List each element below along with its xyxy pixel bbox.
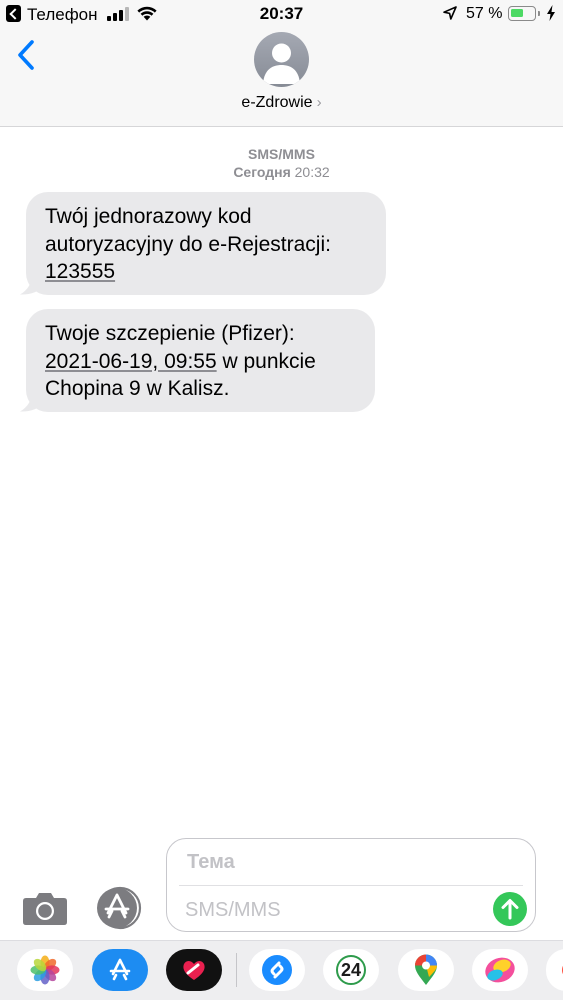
charging-bolt-icon (547, 5, 555, 21)
app-24-icon[interactable]: 24 (323, 949, 379, 991)
message-input[interactable]: SMS/MMS (185, 899, 281, 922)
battery-icon (508, 6, 540, 21)
drawer-separator (236, 953, 237, 987)
conversation-header: Телефон 20:37 57 % e-Zdrowie › (0, 0, 563, 127)
compose-divider (179, 885, 523, 886)
status-bar: Телефон 20:37 57 % (0, 0, 563, 30)
stickers-icon[interactable] (472, 949, 528, 991)
contact-avatar[interactable] (254, 32, 309, 87)
shazam-icon[interactable] (249, 949, 305, 991)
contact-chevron-icon: › (316, 94, 322, 111)
time-label: 20:32 (294, 164, 330, 180)
contact-name: e-Zdrowie (241, 94, 313, 111)
message-line: Chopina 9 w Kalisz. (45, 377, 230, 400)
message-type-label: SMS/MMS (248, 146, 315, 162)
message-line: autoryzacyjny do e-Rejestracji: (45, 232, 331, 256)
app-store-drawer-icon[interactable] (95, 886, 143, 930)
app-store-icon[interactable] (92, 949, 148, 991)
subject-input[interactable]: Тема (187, 851, 235, 874)
app-24-label: 24 (336, 955, 366, 985)
message-compose-field[interactable]: Тема SMS/MMS (166, 838, 536, 932)
message-bubble-2[interactable]: Twoje szczepienie (Pfizer): 2021-06-19, … (26, 309, 375, 412)
more-app-icon[interactable] (546, 949, 563, 991)
message-line: Twoje szczepienie (Pfizer): (45, 322, 295, 345)
thread-timestamp: SMS/MMS Сегодня 20:32 (0, 145, 563, 181)
location-arrow-icon (443, 6, 457, 20)
photos-icon[interactable] (17, 949, 73, 991)
battery-fill (511, 9, 523, 17)
date-label: Сегодня (233, 164, 291, 180)
imessage-app-drawer: 24 (0, 940, 563, 1000)
message-bubble-1[interactable]: Twój jednorazowy kod autoryzacyjny do e-… (26, 192, 386, 295)
digital-touch-icon[interactable] (166, 949, 222, 991)
arrow-up-icon (501, 899, 519, 920)
message-text: w punkcie (216, 349, 316, 373)
contact-name-button[interactable]: e-Zdrowie › (0, 94, 563, 112)
camera-icon[interactable] (22, 889, 68, 927)
send-button[interactable] (493, 892, 527, 926)
back-chevron-icon[interactable] (14, 38, 40, 72)
google-maps-icon[interactable] (398, 949, 454, 991)
messages-screen: Телефон 20:37 57 % e-Zdrowie › SMS/MMS С… (0, 0, 563, 1000)
battery-percent: 57 % (466, 5, 503, 22)
person-silhouette-icon (263, 43, 300, 84)
auth-code-link[interactable]: 123555 (45, 260, 115, 283)
date-time-link[interactable]: 2021-06-19, 09:55 (45, 350, 217, 373)
message-line: Twój jednorazowy kod (45, 205, 252, 228)
